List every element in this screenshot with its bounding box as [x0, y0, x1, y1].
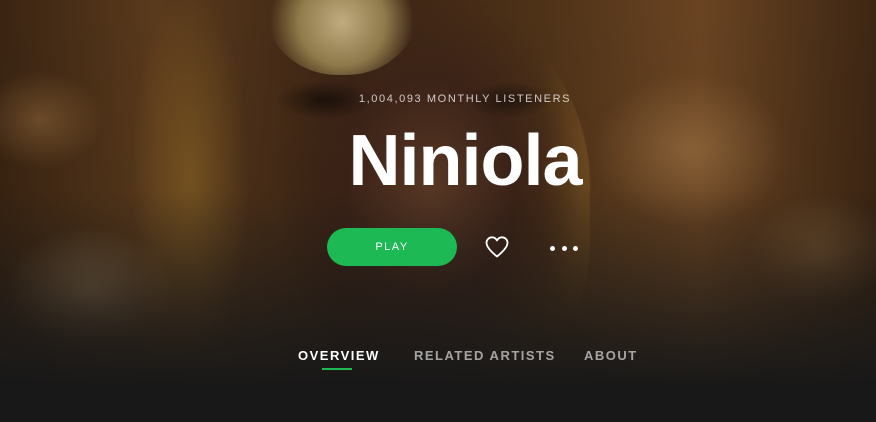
monthly-listeners: 1,004,093 MONTHLY LISTENERS — [358, 93, 572, 105]
more-dot — [573, 245, 578, 251]
tab-overview[interactable]: OVERVIEW — [298, 348, 380, 363]
artist-header: 1,004,093 MONTHLY LISTENERS Niniola PLAY… — [0, 0, 876, 422]
artist-tabs: OVERVIEW RELATED ARTISTS ABOUT — [0, 348, 876, 378]
tab-about[interactable]: ABOUT — [584, 348, 638, 363]
active-tab-indicator — [322, 368, 352, 370]
tab-related-artists[interactable]: RELATED ARTISTS — [414, 348, 556, 363]
more-dot — [550, 245, 555, 251]
play-button[interactable]: PLAY — [327, 228, 457, 266]
content-area — [0, 388, 876, 422]
artist-name: Niniola — [348, 121, 582, 201]
more-icon[interactable] — [550, 238, 578, 258]
heart-icon[interactable] — [484, 235, 510, 259]
more-dot — [561, 245, 567, 251]
